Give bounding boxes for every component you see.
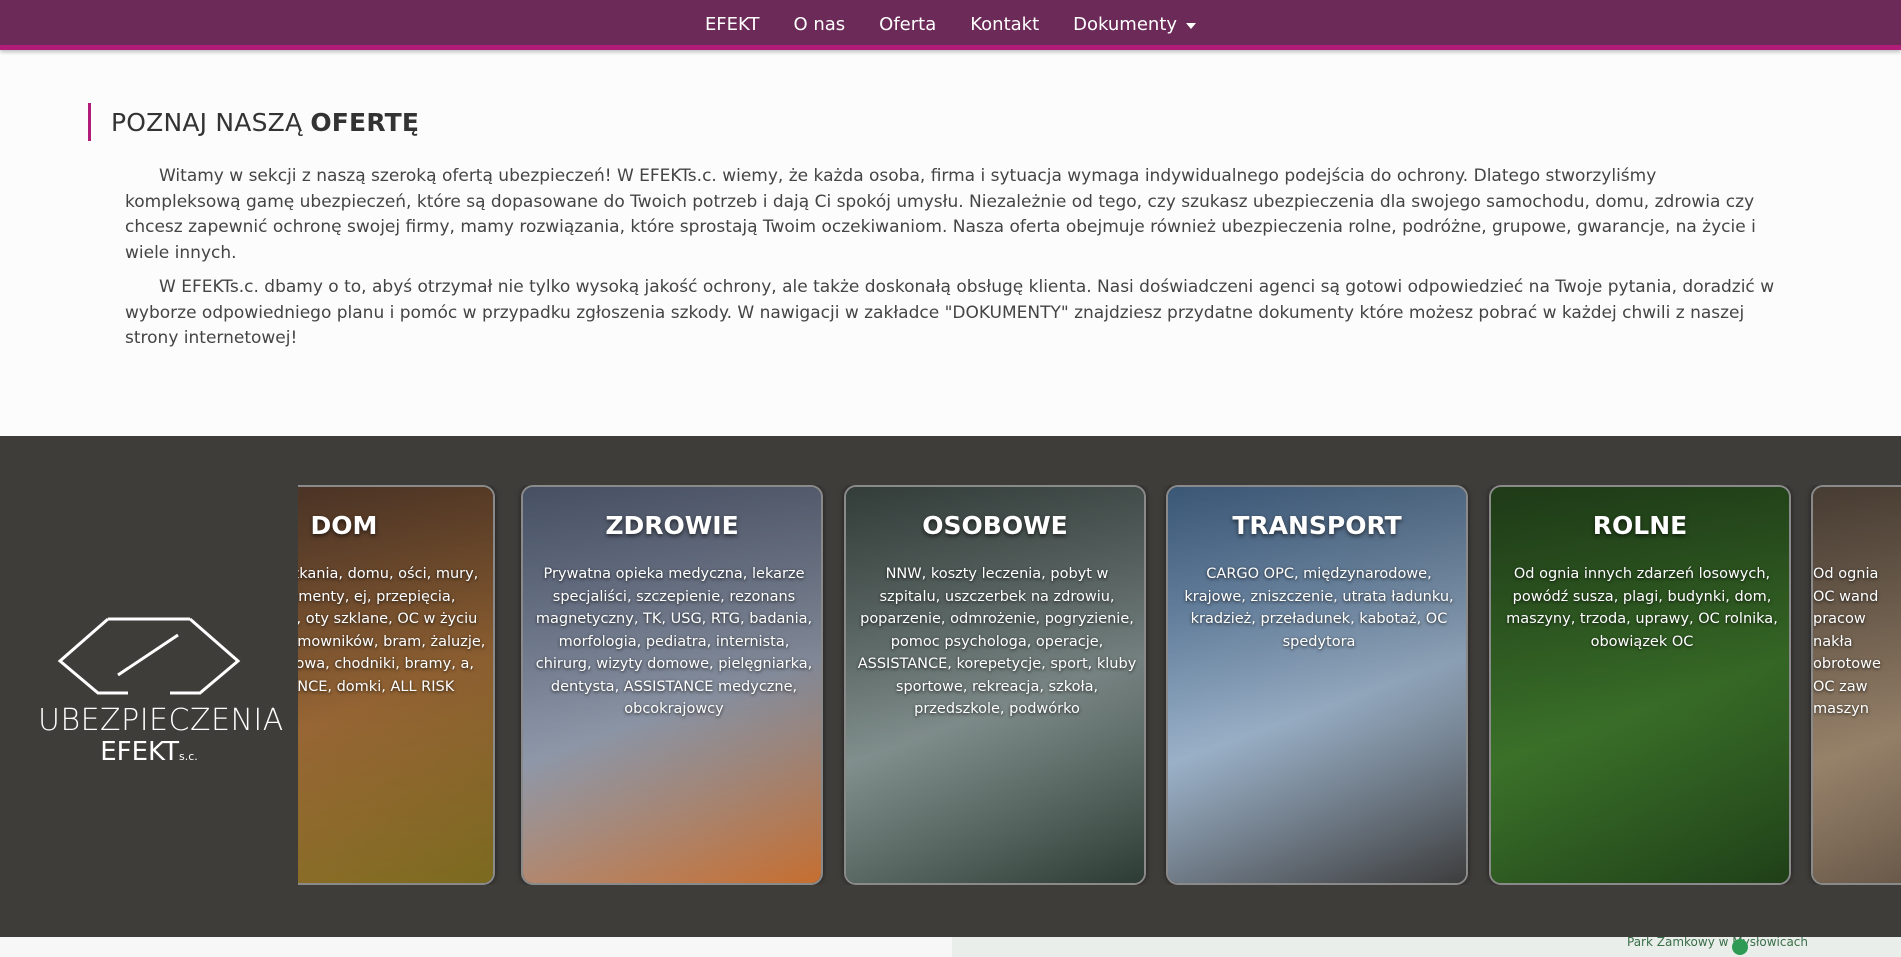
card-shade: [1168, 487, 1466, 883]
card-title: OSOBOWE: [922, 511, 1068, 540]
card-title: ROLNE: [1592, 511, 1688, 540]
offer-paragraph-1: Witamy w sekcji z naszą szeroką ofertą u…: [125, 166, 1756, 263]
logo-name: EFEKT: [100, 737, 179, 767]
card-shade: [1491, 487, 1789, 883]
nav-item-oferta[interactable]: Oferta: [862, 0, 953, 50]
offer-heading-light: POZNAJ NASZĄ: [111, 107, 303, 137]
card-description: Od ognia innych zdarzeń losowych, powódź…: [1506, 566, 1778, 650]
card-description: NNW, koszty leczenia, pobyt w szpitalu, …: [857, 566, 1137, 717]
nav-item-kontakt[interactable]: Kontakt: [953, 0, 1056, 50]
offer-section: POZNAJ NASZĄ OFERTĘ Witamy w sekcji z na…: [0, 55, 1901, 435]
card-description: zenie mieszkania, domu, ości, mury, stał…: [298, 566, 486, 695]
map-pin-icon: [1732, 939, 1748, 955]
map-place-label: Park Zamkowy w Mysłowicach: [1627, 937, 1808, 949]
card-description: Prywatna opieka medyczna, lekarze specja…: [535, 566, 813, 717]
offer-heading-bold: OFERTĘ: [310, 107, 420, 137]
nav-menu: EFEKT O nas Oferta Kontakt Dokumenty: [0, 0, 1901, 50]
map-embed[interactable]: Park Zamkowy w Mysłowicach: [952, 937, 1901, 957]
offer-paragraph-2: W EFEKTs.c. dbamy o to, abyś otrzymał ni…: [125, 277, 1775, 348]
card-description: Od ognia OC wand pracow nakła obrotowe O…: [1813, 566, 1881, 717]
card-title: ZDROWIE: [605, 511, 739, 540]
caret-down-icon: [1186, 23, 1197, 29]
logo-text-ubezpieczenia: UBEZPIECZENIA: [38, 703, 284, 738]
card-transport[interactable]: TRANSPORT CARGO OPC, międzynarodowe, kra…: [1166, 485, 1468, 885]
card-description: CARGO OPC, międzynarodowe, krajowe, znis…: [1184, 566, 1454, 650]
cards-carousel[interactable]: DOM zenie mieszkania, domu, ości, mury, …: [298, 485, 1901, 885]
card-osobowe[interactable]: OSOBOWE NNW, koszty leczenia, pobyt w sz…: [844, 485, 1146, 885]
company-logo[interactable]: UBEZPIECZENIA EFEKTs.c.: [38, 611, 284, 771]
top-navbar: EFEKT O nas Oferta Kontakt Dokumenty: [0, 0, 1901, 50]
logo-suffix: s.c.: [178, 750, 198, 763]
card-title: TRANSPORT: [1232, 511, 1402, 540]
nav-item-o-nas[interactable]: O nas: [776, 0, 862, 50]
logo-text-efekt: EFEKTs.c.: [38, 737, 260, 767]
nav-dropdown-dokumenty[interactable]: Dokumenty: [1056, 0, 1213, 50]
card-rolne[interactable]: ROLNE Od ognia innych zdarzeń losowych, …: [1489, 485, 1791, 885]
card-title: DOM: [310, 511, 378, 540]
offer-heading: POZNAJ NASZĄ OFERTĘ: [88, 103, 419, 141]
card-zdrowie[interactable]: ZDROWIE Prywatna opieka medyczna, lekarz…: [521, 485, 823, 885]
logo-mark-icon: [57, 617, 241, 695]
nav-item-efekt[interactable]: EFEKT: [688, 0, 777, 50]
card-partial-right[interactable]: Od ognia OC wand pracow nakła obrotowe O…: [1811, 485, 1901, 885]
insurance-cards-band: UBEZPIECZENIA EFEKTs.c. DOM zenie mieszk…: [0, 436, 1901, 937]
card-dom[interactable]: DOM zenie mieszkania, domu, ości, mury, …: [298, 485, 495, 885]
nav-dropdown-label: Dokumenty: [1073, 14, 1178, 35]
